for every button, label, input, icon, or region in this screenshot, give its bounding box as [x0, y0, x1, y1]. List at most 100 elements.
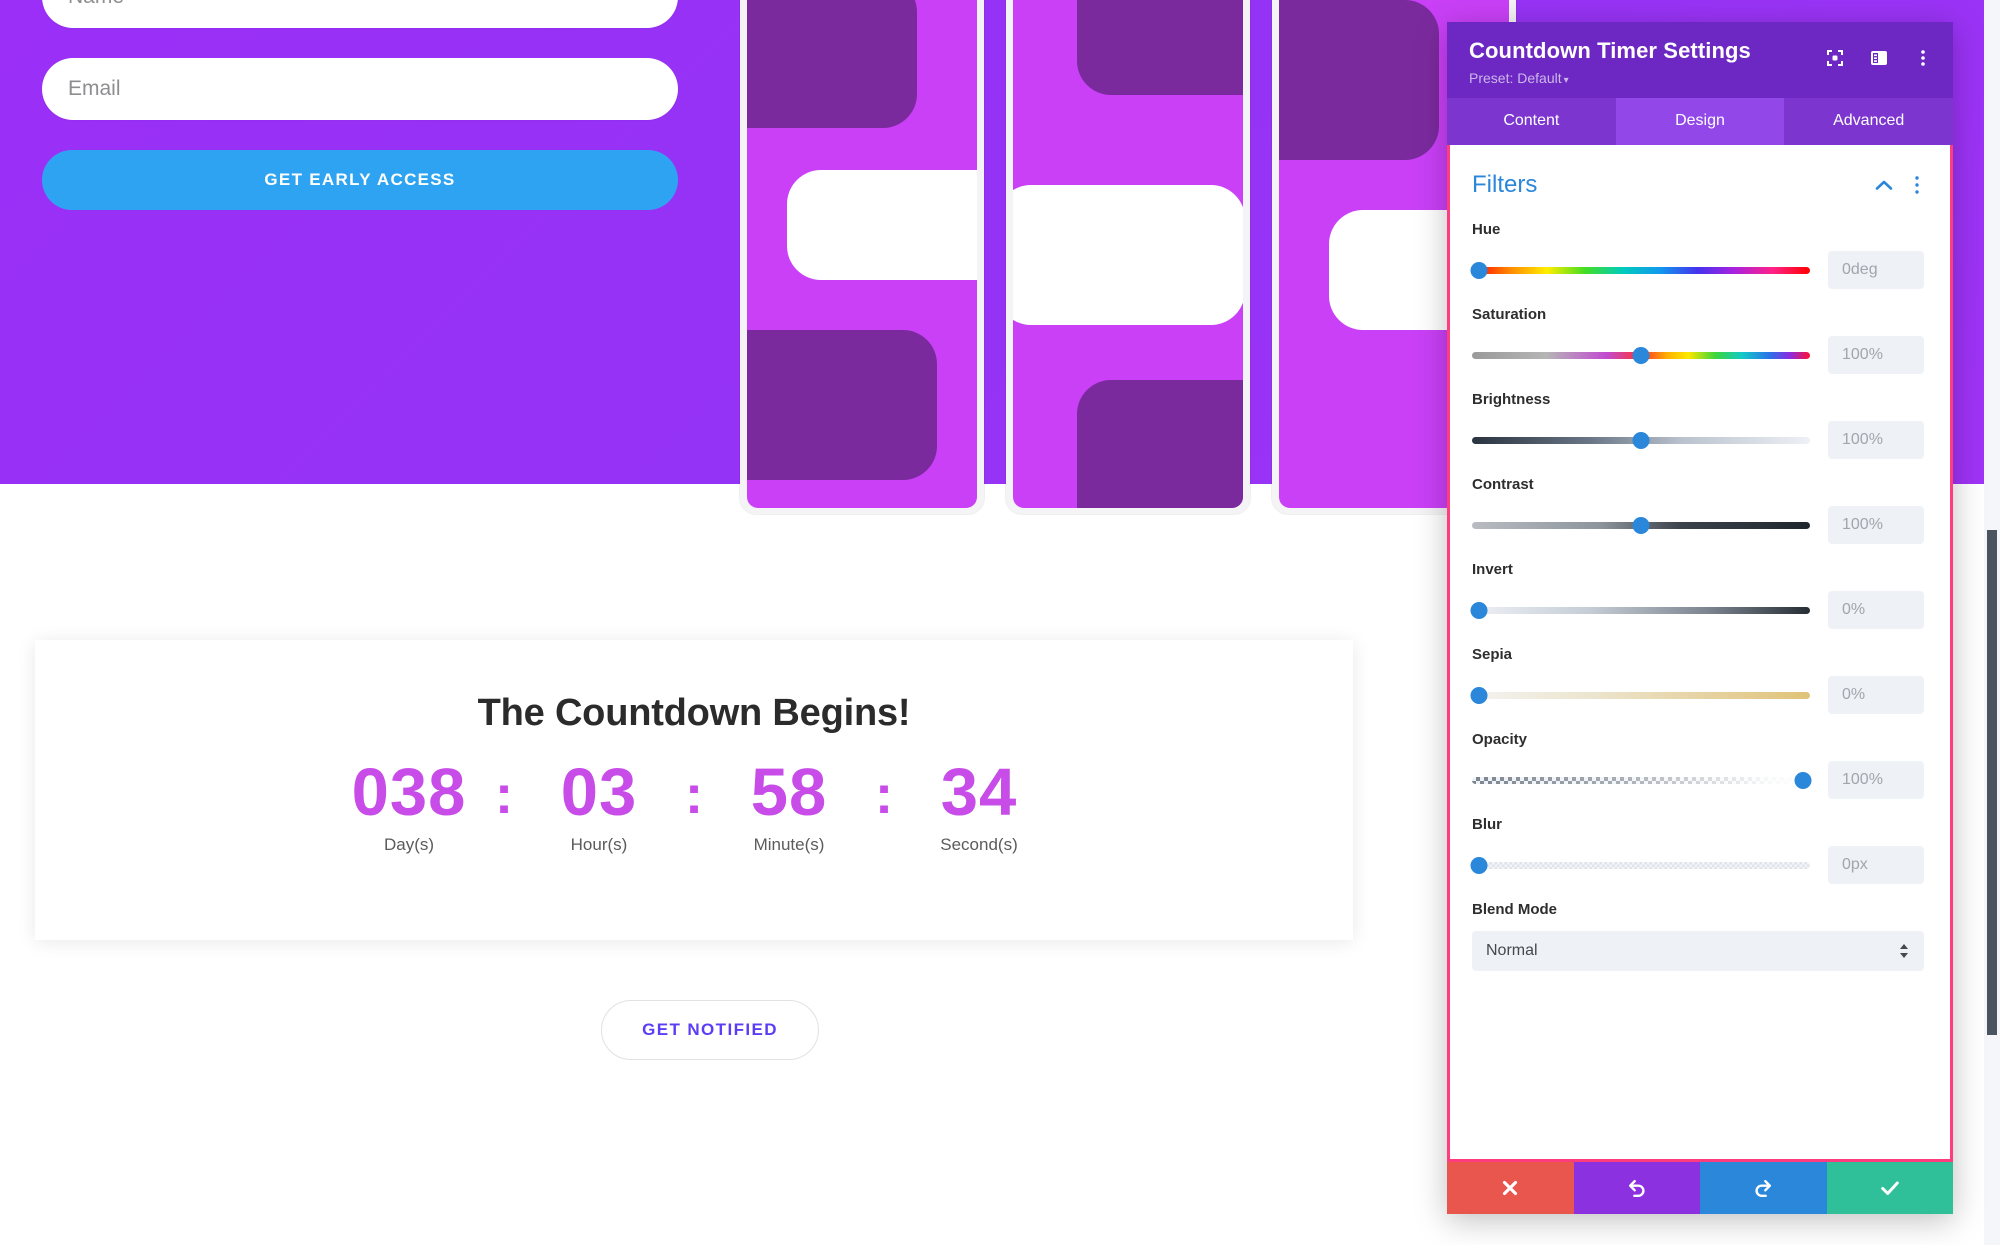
phone-mockups	[740, 0, 1560, 514]
control-invert: Invert 0%	[1470, 561, 1924, 629]
countdown-unit-seconds: 34 Second(s)	[905, 755, 1053, 855]
control-label: Saturation	[1472, 306, 1547, 323]
control-label: Blend Mode	[1472, 901, 1557, 918]
get-notified-button[interactable]: GET NOTIFIED	[601, 1000, 819, 1060]
layout-panel-icon[interactable]	[1869, 48, 1889, 68]
preset-selector[interactable]: Preset: Default ▾	[1469, 70, 1931, 86]
countdown-label: Hour(s)	[570, 835, 628, 855]
slider-thumb[interactable]	[1470, 601, 1488, 619]
sepia-value-input[interactable]: 0%	[1828, 676, 1924, 714]
tab-design[interactable]: Design	[1615, 98, 1785, 145]
slider-thumb[interactable]	[1632, 346, 1650, 364]
phone-screen	[747, 0, 977, 508]
hue-value-input[interactable]: 0deg	[1828, 251, 1924, 289]
get-early-access-button[interactable]: GET EARLY ACCESS	[42, 150, 678, 210]
modal-header: Countdown Timer Settings Preset: Default…	[1447, 22, 1953, 98]
name-placeholder: Name	[68, 0, 124, 9]
brightness-slider[interactable]	[1472, 429, 1810, 451]
chat-bubble	[1013, 185, 1243, 325]
control-contrast: Contrast 100%	[1472, 476, 1924, 544]
blur-value-input[interactable]: 0px	[1828, 846, 1924, 884]
slider-thumb[interactable]	[1632, 431, 1650, 449]
slider-thumb[interactable]	[1470, 856, 1488, 874]
chevron-up-icon[interactable]	[1874, 178, 1894, 192]
control-label: Hue	[1472, 221, 1501, 238]
phone-screen	[1013, 0, 1243, 508]
slider-track	[1472, 266, 1810, 274]
countdown-value: 58	[750, 755, 828, 830]
phone-mockup-1	[740, 0, 984, 514]
countdown-unit-days: 038 Day(s)	[335, 758, 483, 855]
chat-bubble	[787, 170, 977, 280]
cancel-button[interactable]	[1447, 1162, 1574, 1214]
countdown-label: Minute(s)	[753, 835, 825, 855]
filters-section-header: Filters	[1472, 171, 1924, 199]
control-blur: Blur 0px	[1470, 816, 1924, 884]
countdown-unit-hours: 03 Hour(s)	[525, 755, 673, 855]
blend-mode-value: Normal	[1486, 942, 1538, 959]
page-scrollbar-track[interactable]	[1984, 0, 2000, 1245]
control-sepia: Sepia 0%	[1470, 646, 1924, 714]
hue-slider[interactable]	[1470, 259, 1810, 281]
tab-content[interactable]: Content	[1447, 98, 1616, 145]
slider-thumb[interactable]	[1470, 686, 1488, 704]
close-icon	[1503, 1180, 1518, 1196]
saturation-slider[interactable]	[1472, 344, 1810, 366]
countdown-separator: :	[874, 763, 894, 825]
invert-value-input[interactable]: 0%	[1828, 591, 1924, 629]
brightness-value-input[interactable]: 100%	[1828, 421, 1924, 459]
control-label: Contrast	[1472, 476, 1534, 493]
preset-label: Preset: Default	[1469, 70, 1562, 86]
undo-icon	[1628, 1179, 1645, 1197]
contrast-slider[interactable]	[1472, 514, 1810, 536]
expand-icon[interactable]	[1825, 48, 1845, 68]
invert-slider[interactable]	[1470, 599, 1810, 621]
modal-body: Filters Hue 0deg Saturation 100% Brightn…	[1447, 145, 1953, 1162]
countdown-unit-minutes: 58 Minute(s)	[715, 755, 863, 855]
slider-thumb[interactable]	[1794, 771, 1812, 789]
slider-track	[1472, 691, 1810, 699]
tab-advanced[interactable]: Advanced	[1784, 98, 1953, 145]
slider-track	[1472, 776, 1810, 784]
countdown-units: 038 Day(s) : 03 Hour(s) : 58 Minute(s) :…	[35, 755, 1353, 855]
control-saturation: Saturation 100%	[1472, 306, 1924, 374]
phone-mockup-2	[1006, 0, 1250, 514]
control-label: Brightness	[1472, 391, 1551, 408]
undo-button[interactable]	[1573, 1162, 1700, 1214]
more-vertical-icon[interactable]	[1913, 48, 1933, 68]
countdown-timer-settings-modal: Countdown Timer Settings Preset: Default…	[1447, 22, 1953, 1214]
blur-slider[interactable]	[1470, 854, 1810, 876]
modal-header-icons	[1825, 48, 1933, 68]
opacity-slider[interactable]	[1472, 769, 1812, 791]
countdown-value: 34	[940, 755, 1018, 830]
countdown-value: 03	[560, 755, 638, 830]
redo-button[interactable]	[1700, 1162, 1827, 1214]
contrast-value-input[interactable]: 100%	[1828, 506, 1924, 544]
redo-icon	[1755, 1179, 1772, 1197]
control-brightness: Brightness 100%	[1472, 391, 1924, 459]
saturation-value-input[interactable]: 100%	[1828, 336, 1924, 374]
email-input[interactable]: Email	[42, 58, 678, 120]
control-hue: Hue 0deg	[1470, 221, 1924, 289]
control-label: Opacity	[1472, 731, 1528, 748]
save-button[interactable]	[1826, 1162, 1953, 1214]
sepia-slider[interactable]	[1470, 684, 1810, 706]
name-input[interactable]: Name	[42, 0, 678, 28]
more-vertical-icon[interactable]	[1914, 175, 1920, 195]
page-scrollbar-thumb[interactable]	[1987, 530, 1997, 1035]
blend-mode-select[interactable]: Normal	[1472, 931, 1924, 971]
countdown-title: The Countdown Begins!	[477, 692, 911, 734]
chat-bubble	[1077, 0, 1243, 95]
section-title: Filters	[1472, 171, 1538, 198]
opacity-value-input[interactable]: 100%	[1828, 761, 1924, 799]
slider-thumb[interactable]	[1632, 516, 1650, 534]
slider-thumb[interactable]	[1470, 261, 1488, 279]
optin-form: Name Email GET EARLY ACCESS	[42, 0, 678, 210]
updown-arrows-icon	[1900, 944, 1908, 958]
slider-track	[1472, 606, 1810, 614]
countdown-module: The Countdown Begins! 038 Day(s) : 03 Ho…	[35, 640, 1353, 940]
email-placeholder: Email	[68, 77, 121, 100]
chat-bubble	[747, 330, 937, 480]
countdown-separator: :	[684, 763, 704, 825]
control-opacity: Opacity 100%	[1472, 731, 1924, 799]
